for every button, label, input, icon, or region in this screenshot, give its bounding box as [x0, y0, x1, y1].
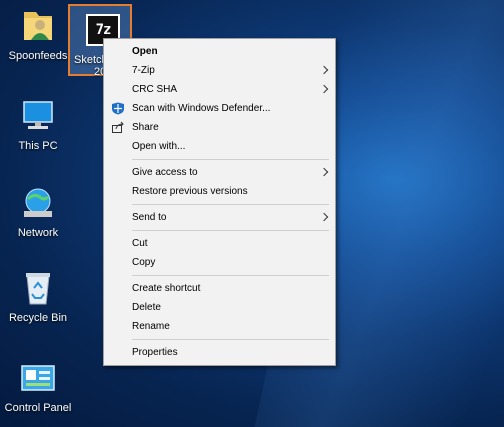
menu-item-label: Restore previous versions	[132, 186, 248, 197]
menu-item-label: Copy	[132, 257, 156, 268]
menu-separator	[132, 159, 329, 160]
share-icon	[112, 121, 124, 133]
menu-separator	[132, 275, 329, 276]
control-panel-icon	[18, 358, 58, 398]
menu-item-crc-sha[interactable]: CRC SHA	[104, 80, 335, 99]
computer-icon	[18, 96, 58, 136]
menu-item-label: Give access to	[132, 167, 198, 178]
menu-item-label: Properties	[132, 347, 178, 358]
menu-item-label: CRC SHA	[132, 84, 178, 95]
menu-separator	[132, 204, 329, 205]
recycle-bin-icon	[18, 268, 58, 308]
network-globe-icon	[18, 183, 58, 223]
chevron-right-icon	[319, 65, 329, 75]
menu-item-open-with[interactable]: Open with...	[104, 137, 335, 156]
menu-item-label: Cut	[132, 238, 148, 249]
menu-item-copy[interactable]: Copy	[104, 253, 335, 272]
menu-separator	[132, 230, 329, 231]
menu-item-properties[interactable]: Properties	[104, 343, 335, 362]
menu-item-rename[interactable]: Rename	[104, 317, 335, 336]
menu-item-cut[interactable]: Cut	[104, 234, 335, 253]
desktop-icon-network[interactable]: Network	[2, 183, 74, 240]
menu-item-label: Scan with Windows Defender...	[132, 103, 271, 114]
desktop-icon-label: This PC	[18, 140, 58, 152]
menu-item-open[interactable]: Open	[104, 42, 335, 61]
desktop-icon-this-pc[interactable]: This PC	[2, 96, 74, 153]
chevron-right-icon	[319, 84, 329, 94]
windows-defender-icon	[112, 102, 124, 115]
menu-item-share[interactable]: Share	[104, 118, 335, 137]
menu-item-delete[interactable]: Delete	[104, 298, 335, 317]
desktop-icon-label: Control Panel	[4, 402, 72, 414]
chevron-right-icon	[319, 167, 329, 177]
desktop-icon-label: Network	[17, 227, 59, 239]
context-menu: Open 7-Zip CRC SHA Scan with Windows Def…	[103, 38, 336, 366]
desktop-icon-label: Recycle Bin	[8, 312, 68, 324]
menu-separator	[132, 339, 329, 340]
menu-item-label: Open with...	[132, 141, 186, 152]
desktop-icon-spoonfeeds[interactable]: Spoonfeeds	[2, 6, 74, 63]
desktop-icon-recycle-bin[interactable]: Recycle Bin	[2, 268, 74, 325]
chevron-right-icon	[319, 212, 329, 222]
user-folder-icon	[18, 6, 58, 46]
menu-item-label: Create shortcut	[132, 283, 201, 294]
menu-item-restore-versions[interactable]: Restore previous versions	[104, 182, 335, 201]
desktop-icon-label: Spoonfeeds	[8, 50, 68, 62]
menu-item-7zip[interactable]: 7-Zip	[104, 61, 335, 80]
menu-item-create-shortcut[interactable]: Create shortcut	[104, 279, 335, 298]
menu-item-label: Open	[132, 46, 158, 57]
menu-item-label: 7-Zip	[132, 65, 155, 76]
menu-item-label: Rename	[132, 321, 170, 332]
menu-item-label: Send to	[132, 212, 167, 223]
desktop-icon-control-panel[interactable]: Control Panel	[2, 358, 74, 415]
menu-item-send-to[interactable]: Send to	[104, 208, 335, 227]
menu-item-scan-defender[interactable]: Scan with Windows Defender...	[104, 99, 335, 118]
menu-item-label: Share	[132, 122, 159, 133]
menu-item-label: Delete	[132, 302, 161, 313]
menu-item-give-access[interactable]: Give access to	[104, 163, 335, 182]
